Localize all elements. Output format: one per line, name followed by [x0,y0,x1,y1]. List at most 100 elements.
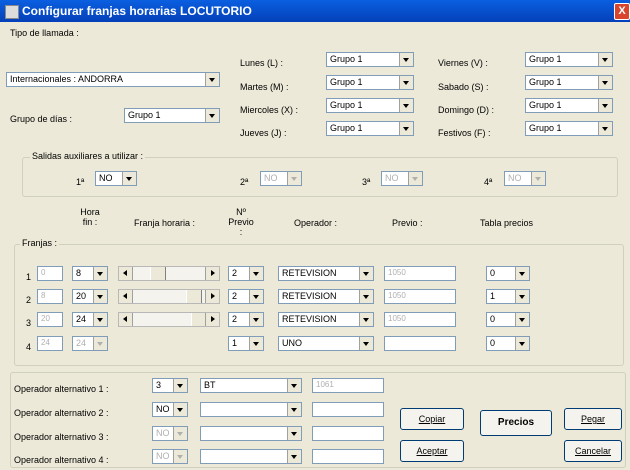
chevron-down-icon[interactable] [287,427,301,440]
chevron-down-icon[interactable] [598,53,612,66]
n-previo-select[interactable]: 2 [228,266,264,281]
alternativo-op-select-3[interactable] [200,426,302,441]
alternativo-code-field-4[interactable] [312,449,384,464]
alternativo-n-select-1[interactable]: 3 [152,378,188,393]
operador-select[interactable]: UNO [278,336,374,351]
chevron-down-icon[interactable] [287,450,301,463]
day-label-lunes: Lunes (L) : [240,58,284,68]
n-previo-select[interactable]: 2 [228,289,264,304]
day-select-jueves[interactable]: Grupo 1 [326,121,414,136]
previo-field[interactable] [384,336,456,351]
day-label-festivos: Festivos (F) : [438,128,491,138]
chevron-down-icon[interactable] [359,290,373,303]
scroll-thumb[interactable] [150,267,166,280]
tabla-precios-select[interactable]: 0 [486,312,530,327]
previo-field[interactable]: 1050 [384,312,456,327]
chevron-down-icon[interactable] [205,73,219,86]
previo-value: 1050 [388,291,406,300]
header-franja-horaria: Franja horaria : [134,218,196,228]
title-bar[interactable]: Configurar franjas horarias LOCUTORIO X [0,0,630,22]
operador-select[interactable]: RETEVISION [278,312,374,327]
chevron-down-icon[interactable] [249,290,263,303]
chevron-down-icon[interactable] [515,313,529,326]
arrow-right-icon[interactable] [205,267,219,280]
chevron-down-icon[interactable] [598,122,612,135]
chevron-down-icon[interactable] [93,290,107,303]
hora-fin-select[interactable]: 8 [72,266,108,281]
arrow-right-icon[interactable] [205,313,219,326]
chevron-down-icon[interactable] [93,313,107,326]
hora-fin-select[interactable]: 20 [72,289,108,304]
n-previo-value: 2 [232,314,238,324]
arrow-left-icon[interactable] [119,267,133,280]
chevron-down-icon[interactable] [249,313,263,326]
day-select-miercoles[interactable]: Grupo 1 [326,98,414,113]
cancelar-button[interactable]: Cancelar [564,440,622,462]
tabla-precios-select[interactable]: 0 [486,266,530,281]
copiar-button[interactable]: Copiar [400,408,464,430]
alternativo-code-field-3[interactable] [312,426,384,441]
previo-field[interactable]: 1050 [384,289,456,304]
chevron-down-icon[interactable] [287,379,301,392]
operador-select[interactable]: RETEVISION [278,289,374,304]
n-previo-select[interactable]: 2 [228,312,264,327]
precios-button[interactable]: Precios [480,410,552,436]
chevron-down-icon[interactable] [598,99,612,112]
day-select-martes[interactable]: Grupo 1 [326,75,414,90]
tabla-precios-select[interactable]: 0 [486,336,530,351]
franja-scrollbar[interactable] [118,289,220,304]
chevron-down-icon[interactable] [249,267,263,280]
hora-fin-select[interactable]: 24 [72,312,108,327]
chevron-down-icon[interactable] [359,313,373,326]
chevron-down-icon[interactable] [122,172,136,185]
hora-fin-value: 24 [76,338,87,348]
arrow-left-icon[interactable] [119,313,133,326]
chevron-down-icon[interactable] [515,337,529,350]
arrow-right-icon[interactable] [205,290,219,303]
day-select-festivos[interactable]: Grupo 1 [525,121,613,136]
alternativo-n-select-2[interactable]: NO [152,402,188,417]
arrow-left-icon[interactable] [119,290,133,303]
chevron-down-icon[interactable] [598,76,612,89]
tabla-precios-select[interactable]: 1 [486,289,530,304]
salidas-label: Salidas auxiliares a utilizar : [30,151,146,161]
operador-select[interactable]: RETEVISION [278,266,374,281]
chevron-down-icon[interactable] [399,53,413,66]
chevron-down-icon[interactable] [359,267,373,280]
alternativo-n-value: NO [156,451,170,461]
franja-scrollbar[interactable] [118,312,220,327]
chevron-down-icon[interactable] [205,109,219,122]
chevron-down-icon[interactable] [399,99,413,112]
franja-row-number: 3 [26,318,32,328]
alternativo-op-select-2[interactable] [200,402,302,417]
tipo-llamada-select[interactable]: Internacionales : ANDORRA [6,72,220,87]
close-button[interactable]: X [614,3,630,20]
alternativo-op-select-4[interactable] [200,449,302,464]
salida-select-1[interactable]: NO [95,171,137,186]
chevron-down-icon[interactable] [359,337,373,350]
chevron-down-icon[interactable] [173,379,187,392]
chevron-down-icon[interactable] [93,267,107,280]
franja-scrollbar[interactable] [118,266,220,281]
grupo-dias-select[interactable]: Grupo 1 [124,108,220,123]
day-select-sabado[interactable]: Grupo 1 [525,75,613,90]
scroll-thumb[interactable] [186,290,202,303]
chevron-down-icon[interactable] [515,267,529,280]
chevron-down-icon[interactable] [399,122,413,135]
chevron-down-icon[interactable] [399,76,413,89]
chevron-down-icon[interactable] [515,290,529,303]
chevron-down-icon[interactable] [287,403,301,416]
alternativo-op-select-1[interactable]: BT [200,378,302,393]
alternativo-n-select-4: NO [152,449,188,464]
alternativo-code-field-2[interactable] [312,402,384,417]
day-select-domingo[interactable]: Grupo 1 [525,98,613,113]
alternativo-code-field-1[interactable]: 1061 [312,378,384,393]
previo-field[interactable]: 1050 [384,266,456,281]
aceptar-button[interactable]: Aceptar [400,440,464,462]
chevron-down-icon[interactable] [173,403,187,416]
chevron-down-icon[interactable] [249,337,263,350]
day-select-viernes[interactable]: Grupo 1 [525,52,613,67]
day-select-lunes[interactable]: Grupo 1 [326,52,414,67]
n-previo-select[interactable]: 1 [228,336,264,351]
pegar-button[interactable]: Pegar [564,408,622,430]
